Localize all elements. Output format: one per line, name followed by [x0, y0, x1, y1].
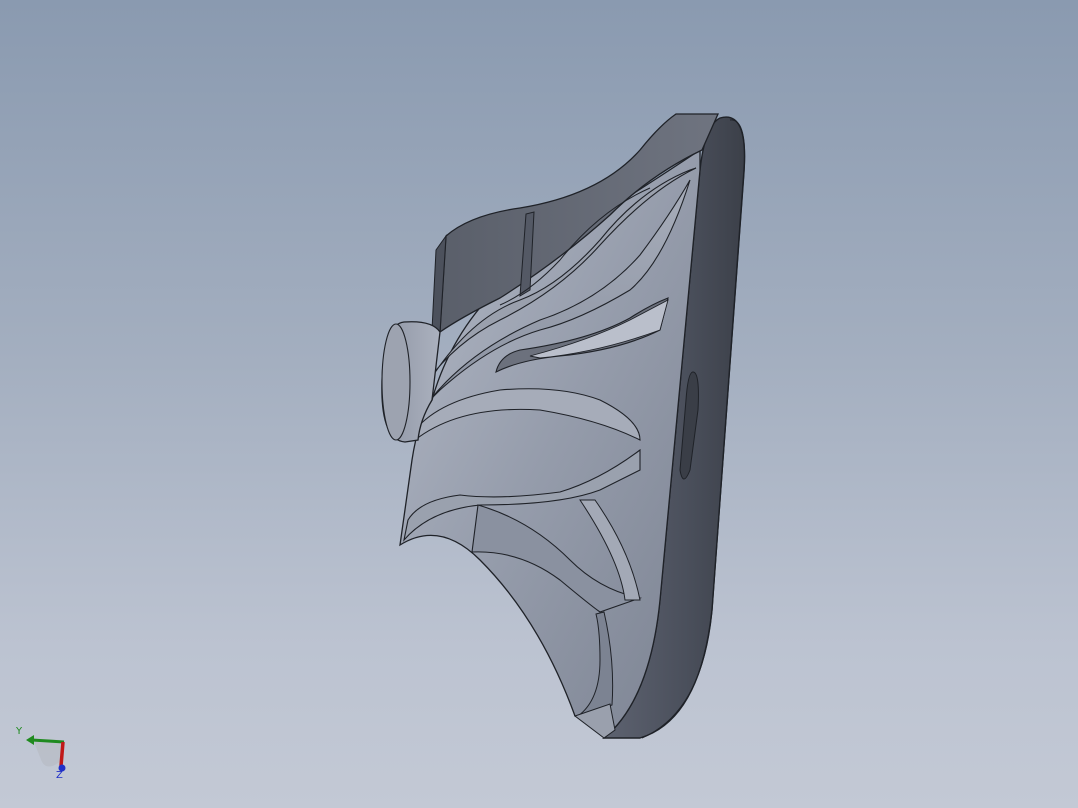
impeller-model[interactable]	[0, 0, 1078, 808]
graphics-viewport[interactable]: Y Z	[0, 0, 1078, 808]
y-axis-arrow	[26, 735, 34, 745]
x-axis-line	[59, 741, 65, 767]
reference-triad[interactable]: Y Z	[12, 722, 72, 782]
y-axis-label: Y	[15, 726, 23, 737]
z-axis-label: Z	[56, 770, 63, 781]
y-axis-line	[31, 738, 65, 744]
